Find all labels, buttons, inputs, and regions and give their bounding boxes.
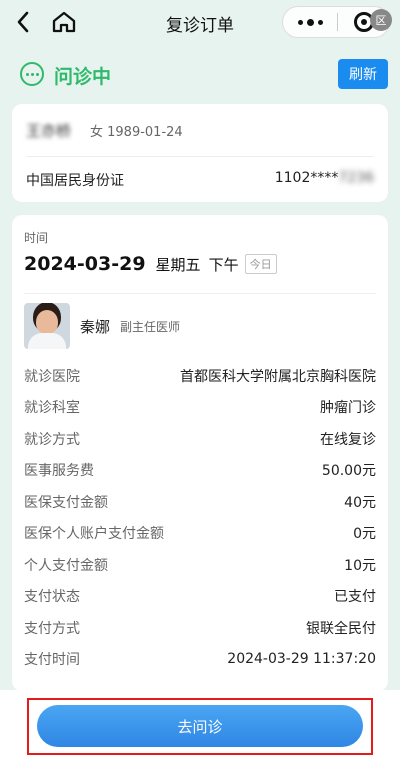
go-consult-button[interactable]: 去问诊 (37, 705, 363, 747)
info-value: 0元 (353, 526, 376, 543)
id-number-masked: 7236 (338, 170, 374, 186)
info-label: 医事服务费 (24, 463, 94, 480)
info-label: 支付状态 (24, 589, 80, 606)
info-row-insurance-paid: 医保支付金额 40元 (24, 486, 376, 518)
info-row-payment-method: 支付方式 银联全民付 (24, 612, 376, 644)
chevron-left-icon (17, 11, 29, 33)
info-row-department: 就诊科室 肿瘤门诊 (24, 392, 376, 424)
info-row-service-fee: 医事服务费 50.00元 (24, 455, 376, 487)
time-label: 时间 (24, 231, 49, 245)
info-value: 2024-03-29 11:37:20 (227, 651, 376, 668)
more-button[interactable] (283, 7, 337, 37)
info-label: 支付时间 (24, 652, 80, 669)
visit-info-list: 就诊医院 首都医科大学附属北京胸科医院 就诊科室 肿瘤门诊 就诊方式 在线复诊 … (24, 360, 376, 675)
divider (26, 156, 374, 157)
info-label: 支付方式 (24, 620, 80, 637)
patient-card: 王亦桥 女 1989-01-24 中国居民身份证 1102****7236 (12, 104, 388, 202)
id-row: 中国居民身份证 1102****7236 (26, 170, 374, 190)
id-number-prefix: 1102**** (274, 170, 339, 186)
info-label: 就诊医院 (24, 368, 80, 385)
info-label: 就诊科室 (24, 400, 80, 417)
info-row-payment-status: 支付状态 已支付 (24, 581, 376, 613)
patient-info: 王亦桥 女 1989-01-24 (26, 120, 183, 141)
visit-card: 时间 2024-03-29 星期五 下午 今日 秦娜 副主任医师 就诊医院 首都… (12, 215, 388, 691)
footer-bar: 去问诊 (0, 690, 400, 767)
visit-weekday: 星期五 (155, 255, 201, 274)
visit-date: 2024-03-29 (24, 253, 146, 275)
visit-period: 下午 (208, 255, 239, 274)
info-value: 10元 (344, 557, 376, 574)
info-value: 首都医科大学附属北京胸科医院 (180, 368, 376, 385)
status-text: 问诊中 (54, 66, 112, 88)
info-label: 个人支付金额 (24, 557, 108, 574)
doctor-name: 秦娜 (80, 317, 111, 336)
info-value: 50.00元 (321, 463, 376, 480)
doctor-row: 秦娜 副主任医师 (24, 303, 180, 349)
info-value: 已支付 (334, 589, 376, 606)
doctor-avatar (24, 303, 70, 349)
home-icon (52, 11, 76, 33)
info-value: 银联全民付 (306, 620, 376, 637)
info-row-visit-mode: 就诊方式 在线复诊 (24, 423, 376, 455)
divider (24, 293, 376, 294)
info-value: 肿瘤门诊 (320, 400, 376, 417)
home-button[interactable] (50, 8, 78, 36)
corner-badge: 区 (370, 9, 392, 31)
today-tag: 今日 (244, 254, 277, 274)
page-title: 复诊订单 (166, 15, 234, 36)
top-bar: 复诊订单 区 (0, 0, 400, 46)
info-row-personal-paid: 个人支付金额 10元 (24, 549, 376, 581)
status-chat-icon (20, 62, 44, 86)
patient-name: 王亦桥 (26, 122, 72, 140)
more-dot-icon (317, 19, 323, 25)
more-dot-icon (306, 18, 314, 26)
id-number: 1102****7236 (275, 170, 374, 190)
doctor-title: 副主任医师 (120, 319, 181, 334)
info-label: 就诊方式 (24, 431, 80, 448)
info-row-insurance-personal-account: 医保个人账户支付金额 0元 (24, 518, 376, 550)
info-row-hospital: 就诊医院 首都医科大学附属北京胸科医院 (24, 360, 376, 392)
id-type: 中国居民身份证 (26, 173, 124, 189)
info-value: 在线复诊 (320, 431, 376, 448)
info-row-payment-time: 支付时间 2024-03-29 11:37:20 (24, 644, 376, 676)
patient-gender-birthdate: 女 1989-01-24 (90, 125, 183, 140)
more-dot-icon (297, 19, 303, 25)
info-label: 医保支付金额 (24, 494, 108, 511)
status-row: 问诊中 刷新 (0, 56, 400, 92)
refresh-button[interactable]: 刷新 (338, 59, 388, 89)
info-value: 40元 (344, 494, 376, 511)
info-label: 医保个人账户支付金额 (24, 526, 164, 543)
date-row: 2024-03-29 星期五 下午 今日 (24, 253, 277, 275)
back-button[interactable] (10, 9, 36, 35)
